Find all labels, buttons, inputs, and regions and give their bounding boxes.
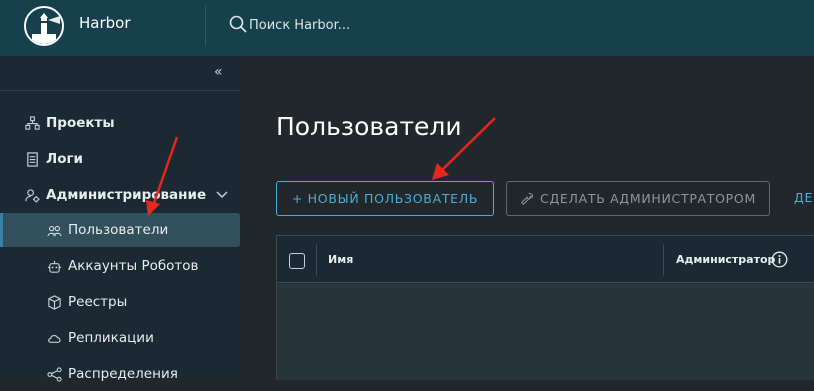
sidebar-item-label: Проекты — [46, 115, 115, 131]
sidebar-item-distributions[interactable]: Распределения — [0, 357, 240, 391]
sidebar-item-logs[interactable]: Логи — [0, 142, 240, 176]
chevron-down-icon[interactable] — [215, 187, 229, 201]
projects-icon — [24, 115, 40, 131]
sidebar-item-users[interactable]: Пользователи — [0, 213, 240, 247]
sidebar-item-label: Логи — [46, 151, 83, 167]
column-header-name[interactable]: Имя — [328, 253, 353, 266]
distribution-share-icon — [46, 366, 62, 382]
app-title[interactable]: Harbor — [79, 14, 131, 32]
sidebar-item-label: Репликации — [68, 330, 154, 346]
sidebar-item-label: Распределения — [68, 366, 178, 382]
wrench-icon — [521, 192, 533, 205]
select-all-checkbox[interactable] — [289, 253, 305, 269]
info-icon[interactable] — [771, 251, 788, 268]
grid-header: Имя Администратор — [277, 236, 814, 283]
sidebar-item-label: Реестры — [68, 294, 128, 310]
sidebar-item-label: Аккаунты Роботов — [68, 258, 199, 274]
sidebar-divider — [0, 90, 240, 91]
header-divider — [205, 6, 206, 46]
sidebar-item-replications[interactable]: Репликации — [0, 321, 240, 355]
replication-cloud-icon — [46, 330, 62, 346]
sidebar-item-projects[interactable]: Проекты — [0, 106, 240, 140]
search-icon — [229, 15, 247, 33]
sidebar: « Проекты Логи Администрирование Пользов… — [0, 56, 240, 382]
sidebar-item-robot-accounts[interactable]: Аккаунты Роботов — [0, 249, 240, 283]
top-header: Harbor — [0, 0, 814, 56]
admin-gear-icon — [24, 187, 40, 203]
sidebar-item-registries[interactable]: Реестры — [0, 285, 240, 319]
logs-icon — [24, 151, 40, 167]
make-admin-label: СДЕЛАТЬ АДМИНИСТРАТОРОМ — [540, 191, 756, 206]
search-input[interactable] — [249, 14, 449, 36]
robot-icon — [46, 258, 62, 274]
sidebar-item-administration[interactable]: Администрирование — [0, 178, 240, 212]
collapse-sidebar-icon[interactable]: « — [214, 64, 230, 80]
sidebar-item-label: Пользователи — [68, 222, 169, 238]
users-datagrid: Имя Администратор — [276, 235, 814, 380]
column-header-admin[interactable]: Администратор — [676, 253, 775, 266]
new-user-button[interactable]: + НОВЫЙ ПОЛЬЗОВАТЕЛЬ — [276, 181, 494, 216]
make-admin-button[interactable]: СДЕЛАТЬ АДМИНИСТРАТОРОМ — [506, 181, 770, 216]
grid-body — [277, 284, 814, 380]
column-separator — [663, 244, 664, 276]
delete-button-partial[interactable]: ДЕ — [794, 190, 813, 205]
harbor-logo-icon[interactable] — [24, 6, 64, 46]
registry-box-icon — [46, 294, 62, 310]
sidebar-item-label: Администрирование — [46, 187, 207, 203]
column-separator — [316, 244, 317, 276]
users-icon — [46, 222, 62, 238]
page-title: Пользователи — [276, 112, 462, 141]
